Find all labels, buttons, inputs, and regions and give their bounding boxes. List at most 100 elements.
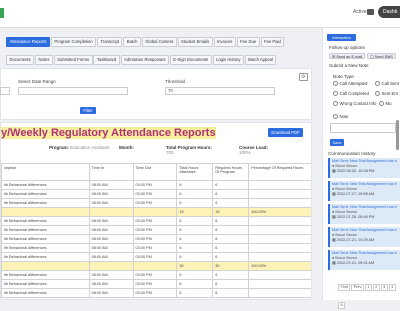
attendance-table: cription Time In Time Out Total Hours Atten… (1, 163, 311, 298)
table-cell: 03:00 PM (132, 180, 178, 190)
table-cell: 08:00 AM (88, 180, 134, 190)
table-cell: 6 (176, 198, 214, 208)
table-cell: 6 (212, 225, 250, 235)
table-cell: ith Behavioral differences (1, 279, 90, 289)
history-item[interactable]: Mail Sent: New Test/Assignment has b ● Br… (328, 158, 400, 178)
tab-submitted-forms[interactable]: Submitted Forms (53, 54, 93, 65)
sent-email-radio[interactable]: Sent Em (375, 91, 398, 97)
pager-first[interactable]: First (338, 283, 351, 291)
table-cell (248, 279, 311, 289)
call-completed-radio[interactable]: Call Completed (333, 91, 369, 97)
tab-batch[interactable]: Batch (123, 36, 141, 47)
tab-fee-due[interactable]: Fee Due (236, 36, 260, 47)
table-cell: ith Behavioral differences (1, 198, 90, 208)
tab-transcript[interactable]: Transcript (97, 36, 123, 47)
dashboard-button[interactable]: Dashb (378, 6, 400, 18)
table-cell (248, 180, 311, 190)
download-pdf-button[interactable]: Download PDF (268, 128, 303, 137)
send-email-button[interactable]: ✉ Send an E-mail (329, 53, 366, 59)
refresh-icon[interactable]: ⟳ (299, 73, 308, 81)
column-header: cription (1, 163, 90, 181)
top-bar: Active Dashb (0, 0, 400, 28)
subtotal-row: 15 15 100.00% (1, 207, 311, 217)
table-cell: 6 (176, 288, 214, 298)
pager-prev[interactable]: Prev (351, 283, 364, 291)
column-header: Percentage Of Required Hours (248, 163, 311, 181)
tab-student-emails[interactable]: Student Emails (177, 36, 213, 47)
filter-button[interactable]: Filter (80, 107, 96, 114)
table-cell: 08:00 AM (88, 252, 134, 262)
table-row: ith Behavioral differences 08:00 AM 03:00 … (1, 270, 311, 280)
table-cell: 08:00 AM (88, 279, 134, 289)
table-cell: 6 (212, 189, 250, 199)
save-button[interactable]: Save (330, 139, 344, 146)
tab-documents[interactable]: Documents (6, 54, 35, 65)
history-item[interactable]: Mail Sent: New Test/Assignment has b ● Br… (328, 204, 400, 224)
pager-5[interactable]: 5 (338, 301, 346, 309)
call-attempted-radio[interactable]: Call Attempted (333, 81, 367, 87)
table-row: ith Behavioral differences 08:00 AM 03:00 … (1, 288, 311, 298)
table-cell: 6 (176, 279, 214, 289)
start-date-input[interactable] (0, 87, 10, 95)
table-cell: 6 (176, 225, 214, 235)
tab-invoices[interactable]: Invoices (213, 36, 236, 47)
tab-attendance-reports[interactable]: Attendance Reports (6, 36, 51, 47)
program-hours-info: Total Program Hours: 700 (166, 145, 212, 155)
tab-login-history[interactable]: Login History (212, 54, 244, 65)
table-cell: 08:00 AM (88, 288, 134, 298)
table-cell: 03:00 PM (132, 216, 178, 226)
tab-notes[interactable]: Notes (34, 54, 53, 65)
table-cell (248, 225, 311, 235)
history-item[interactable]: Mail Sent: New Test/Assignment has b ● Br… (328, 250, 400, 270)
table-cell: 6 (212, 198, 250, 208)
more-radio[interactable]: Mu (379, 101, 391, 107)
tab-taskboard[interactable]: Taskboard (93, 54, 120, 65)
date-range-input[interactable] (18, 87, 128, 95)
pager-3[interactable]: 3 (380, 283, 388, 291)
history-item[interactable]: Mail Sent: New Test/Assignment has b ● Br… (328, 227, 400, 247)
tab-batch-appeal[interactable]: Batch Appeal (244, 54, 277, 65)
table-cell: 100.00% (248, 261, 311, 271)
tab-program-completion[interactable]: Program Completion (50, 36, 97, 47)
table-cell (248, 216, 311, 226)
table-cell: 6 (176, 189, 214, 199)
table-cell (1, 261, 90, 271)
table-cell: 03:00 PM (132, 252, 178, 262)
history-date: ▦ 2022-07-27, 09:58 AM (332, 192, 375, 196)
table-cell: 6 (176, 180, 214, 190)
history-date: ▦ 2022-07-21, 03:39 AM (332, 238, 375, 242)
logo (0, 8, 4, 18)
threshold-input[interactable]: 70 (165, 87, 275, 95)
table-cell: 6 (176, 243, 214, 253)
send-sms-button[interactable]: ▢ Send SMS (367, 53, 396, 59)
pager-4[interactable]: 4 (388, 283, 396, 291)
table-cell: 6 (212, 288, 250, 298)
tab-fee-paid[interactable]: Fee Paid (260, 36, 285, 47)
table-row: ith Behavioral differences 08:00 AM 03:00 … (1, 189, 311, 199)
history-item[interactable]: Mail Sent: New Test/Assignment has b ● Br… (328, 181, 400, 201)
wrong-contact-radio[interactable]: Wrong Contact Info (333, 101, 376, 107)
tab-global-content[interactable]: Global Content (141, 36, 177, 47)
tab-admission-responses[interactable]: Admission Responses (120, 54, 169, 65)
table-cell: ith Behavioral differences (1, 189, 90, 199)
attendance-report: y/Weekly Regulatory Attendance Reports D… (0, 122, 312, 300)
column-header: Required Hours Of Program (212, 163, 250, 181)
table-cell: ith Behavioral differences (1, 225, 90, 235)
history-date: ▦ 2022-08-02, 10:08 PM (332, 169, 375, 173)
tab-e-sign-documents[interactable]: E-Sign Documents (169, 54, 212, 65)
course-load-info: Course Load: 100% (239, 145, 269, 155)
scrollbar[interactable] (396, 120, 399, 150)
pager-2[interactable]: 2 (372, 283, 380, 291)
table-row: ith Behavioral differences 08:00 AM 03:00 … (1, 198, 311, 208)
table-cell: 03:00 PM (132, 189, 178, 199)
table-cell: 6 (212, 216, 250, 226)
table-cell: ith Behavioral differences (1, 288, 90, 298)
interaction-button[interactable]: Interaction (327, 34, 356, 41)
note-radio[interactable]: Note (333, 114, 349, 120)
active-toggle[interactable] (367, 9, 374, 15)
call-sent-radio[interactable]: Call Sent (375, 81, 399, 87)
note-textarea[interactable] (330, 123, 396, 133)
table-cell: 03:00 PM (132, 243, 178, 253)
table-row: ith Behavioral differences 08:00 AM 03:00 … (1, 216, 311, 226)
pager-1[interactable]: 1 (364, 283, 372, 291)
